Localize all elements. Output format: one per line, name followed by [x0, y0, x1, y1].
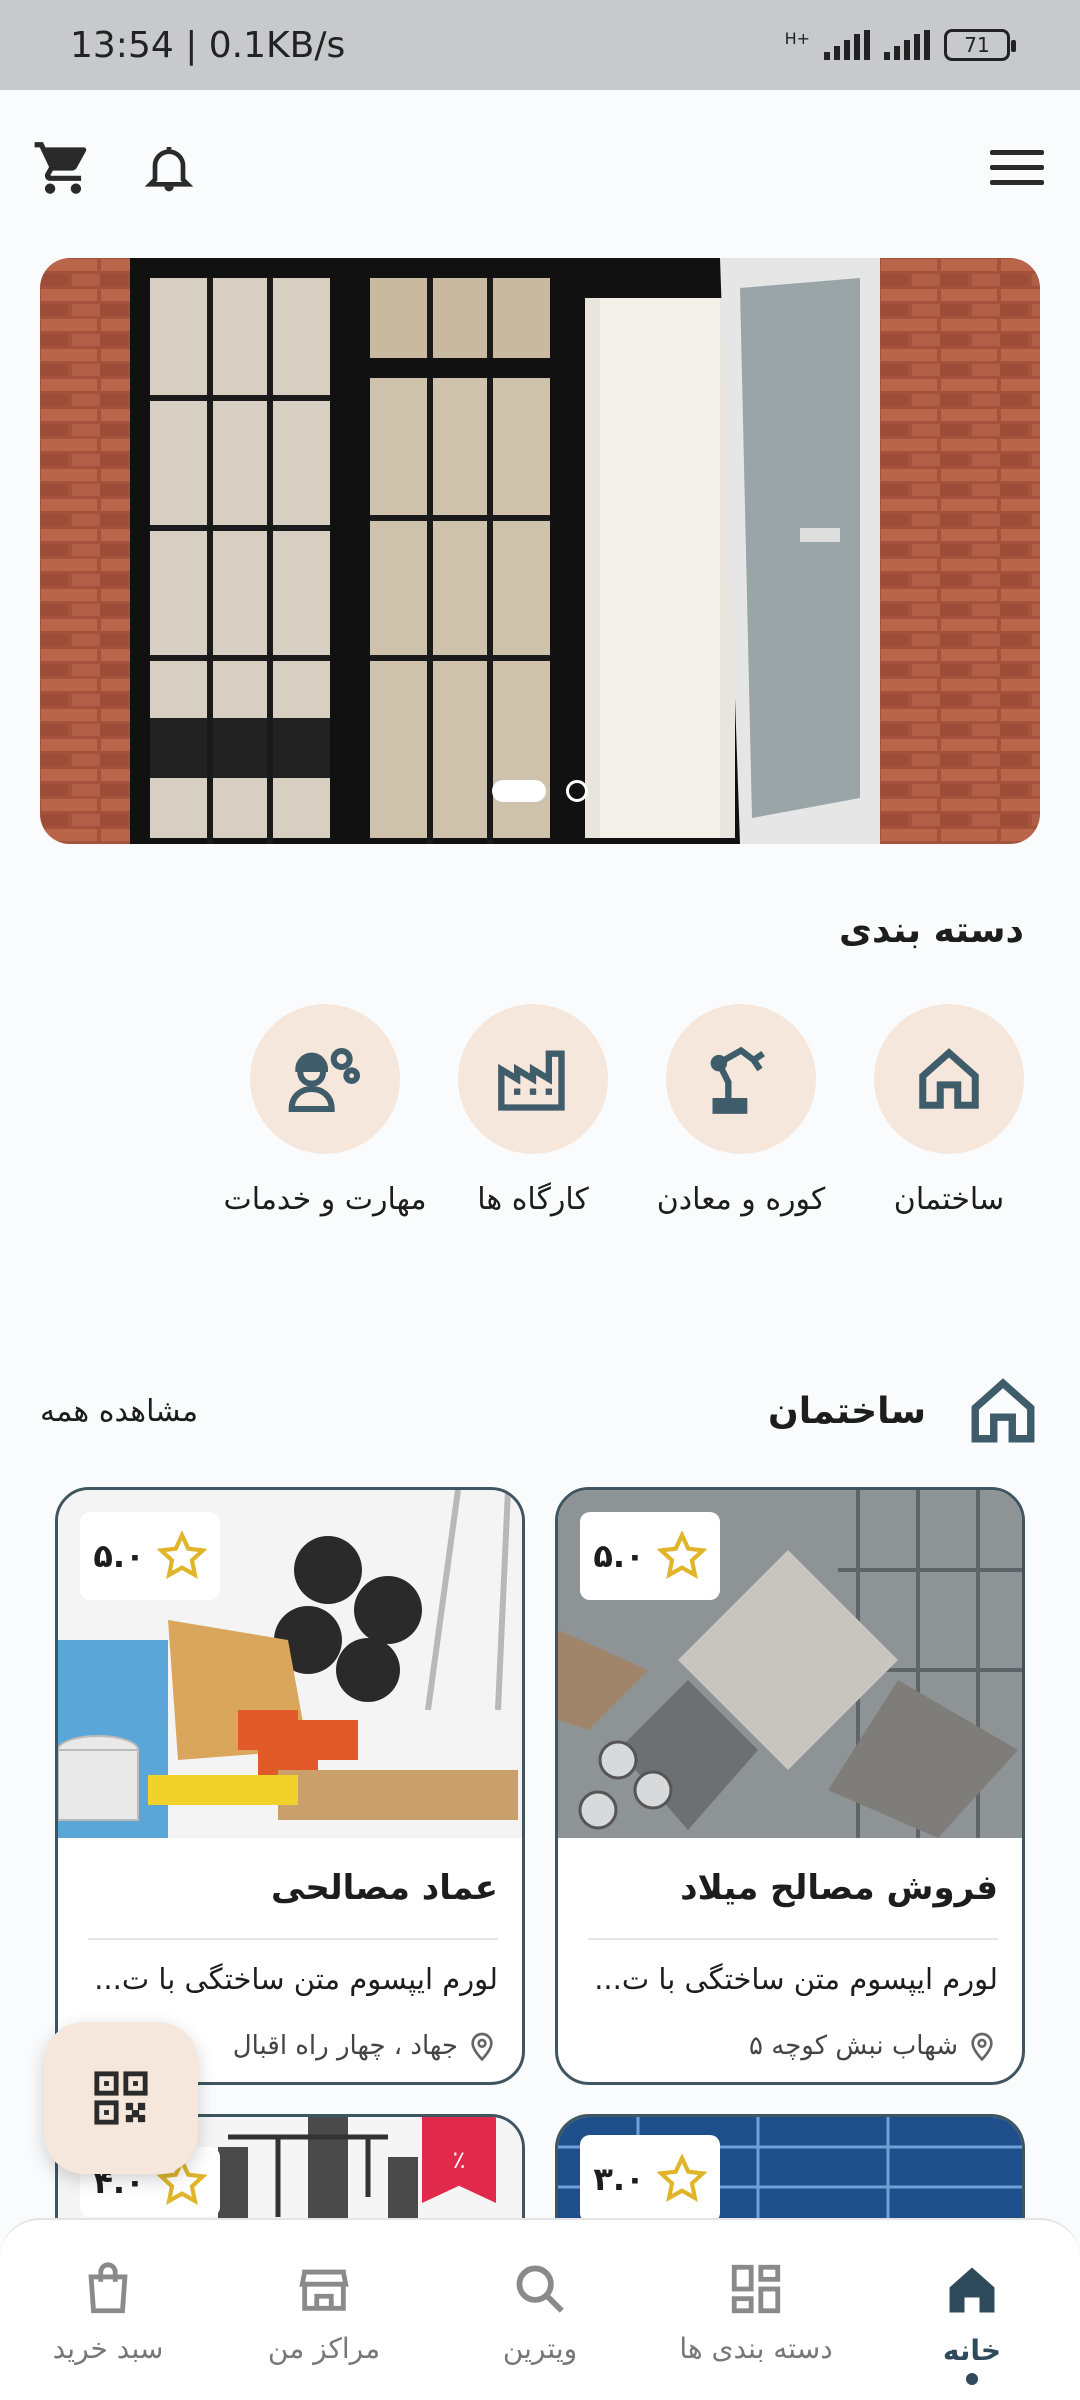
store-address: جهاد ، چهار راه اقبال [233, 2028, 498, 2064]
nav-home[interactable]: خانه [872, 2260, 1072, 2385]
banner-window-image [40, 258, 1040, 844]
store-description: لورم ایپسوم متن ساختگی با ت... [94, 1962, 498, 1996]
hamburger-menu-icon [990, 149, 1044, 185]
notification-button[interactable] [134, 133, 204, 203]
factory-icon [498, 1050, 565, 1111]
qr-scan-button[interactable] [44, 2022, 198, 2174]
store-image: ۵.۰ [58, 1490, 522, 1838]
home-icon [949, 2267, 995, 2313]
status-time: 13:54 | 0.1KB/s [70, 24, 346, 66]
rating-value: ۵.۰ [93, 1537, 145, 1575]
pager-dot[interactable] [566, 780, 588, 802]
worker-gear-icon [288, 1047, 360, 1112]
store-card[interactable]: ۵.۰ فروش مصالح میلاد لورم ایپسوم متن ساخ… [555, 1487, 1025, 2085]
star-icon [656, 2154, 707, 2203]
nav-cart[interactable]: سبد خرید [8, 2260, 208, 2365]
nav-my-centers[interactable]: مراکز من [224, 2260, 424, 2365]
star-icon [656, 1531, 707, 1580]
store-name: فروش مصالح میلاد [680, 1868, 998, 1908]
rating-badge: ۵.۰ [580, 1512, 720, 1600]
store-address: شهاب نبش کوچه ۵ [749, 2028, 998, 2064]
signal-icon [824, 30, 870, 60]
bell-icon [144, 146, 194, 191]
category-label: ساختمان [893, 1182, 1005, 1217]
rating-value: ۵.۰ [593, 1537, 645, 1575]
home-icon [919, 1048, 979, 1109]
cart-button[interactable] [28, 133, 98, 203]
section-title: ساختمان [768, 1390, 926, 1432]
qr-code-icon [94, 2071, 148, 2125]
category-label: کارگاه ها [477, 1182, 589, 1217]
battery-icon: 71 [944, 29, 1016, 61]
category-workshops[interactable]: کارگاه ها [458, 1004, 608, 1220]
store-name: عماد مصالحی [270, 1868, 498, 1908]
store-card[interactable]: ۵.۰ عماد مصالحی لورم ایپسوم متن ساختگی ب… [55, 1487, 525, 2085]
category-building[interactable]: ساختمان [874, 1004, 1024, 1220]
star-icon [156, 1531, 207, 1580]
category-list: ساختمان کوره و معادن کارگاه ها مهارت و خ… [40, 1004, 1040, 1220]
home-icon [971, 1378, 1035, 1443]
banner-pager [40, 780, 1040, 802]
cart-icon [34, 141, 87, 194]
section-header: مشاهده همه ساختمان [40, 1366, 1040, 1456]
pager-dot-active[interactable] [492, 780, 546, 802]
bottom-navigation: خانه دسته بندی ها ویترین مراکز من سبد خر… [0, 2218, 1080, 2400]
category-label: مهارت و خدمات [223, 1182, 427, 1217]
nav-categories[interactable]: دسته بندی ها [656, 2260, 856, 2365]
robot-arm-icon [710, 1046, 765, 1114]
rating-value: ۳.۰ [593, 2160, 645, 2198]
category-label: کوره و معادن [656, 1182, 826, 1217]
view-all-link[interactable]: مشاهده همه [40, 1394, 198, 1429]
active-indicator [966, 2373, 978, 2385]
category-kilns-mines[interactable]: کوره و معادن [657, 1004, 825, 1220]
shopping-bag-icon [88, 2262, 128, 2314]
categories-title: دسته بندی [839, 910, 1024, 951]
app-bar [0, 90, 1080, 245]
menu-button[interactable] [982, 133, 1052, 203]
store-icon [299, 2269, 349, 2311]
status-bar: 13:54 | 0.1KB/s H+ 71 [0, 0, 1080, 90]
search-icon [516, 2265, 564, 2313]
nav-showcase[interactable]: ویترین [440, 2260, 640, 2365]
location-pin-icon [971, 2032, 993, 2062]
signal-icon-2 [884, 30, 930, 60]
store-image: ۵.۰ [558, 1490, 1022, 1838]
rating-badge: ۳.۰ [580, 2135, 720, 2223]
rating-badge: ۵.۰ [80, 1512, 220, 1600]
status-icons: H+ 71 [784, 29, 1016, 61]
category-skills-services[interactable]: مهارت و خدمات [223, 1004, 427, 1220]
network-type: H+ [784, 29, 810, 48]
location-pin-icon [471, 2032, 493, 2062]
store-description: لورم ایپسوم متن ساختگی با ت... [594, 1962, 998, 1996]
promo-banner[interactable] [40, 258, 1040, 844]
grid-icon [731, 2264, 781, 2314]
